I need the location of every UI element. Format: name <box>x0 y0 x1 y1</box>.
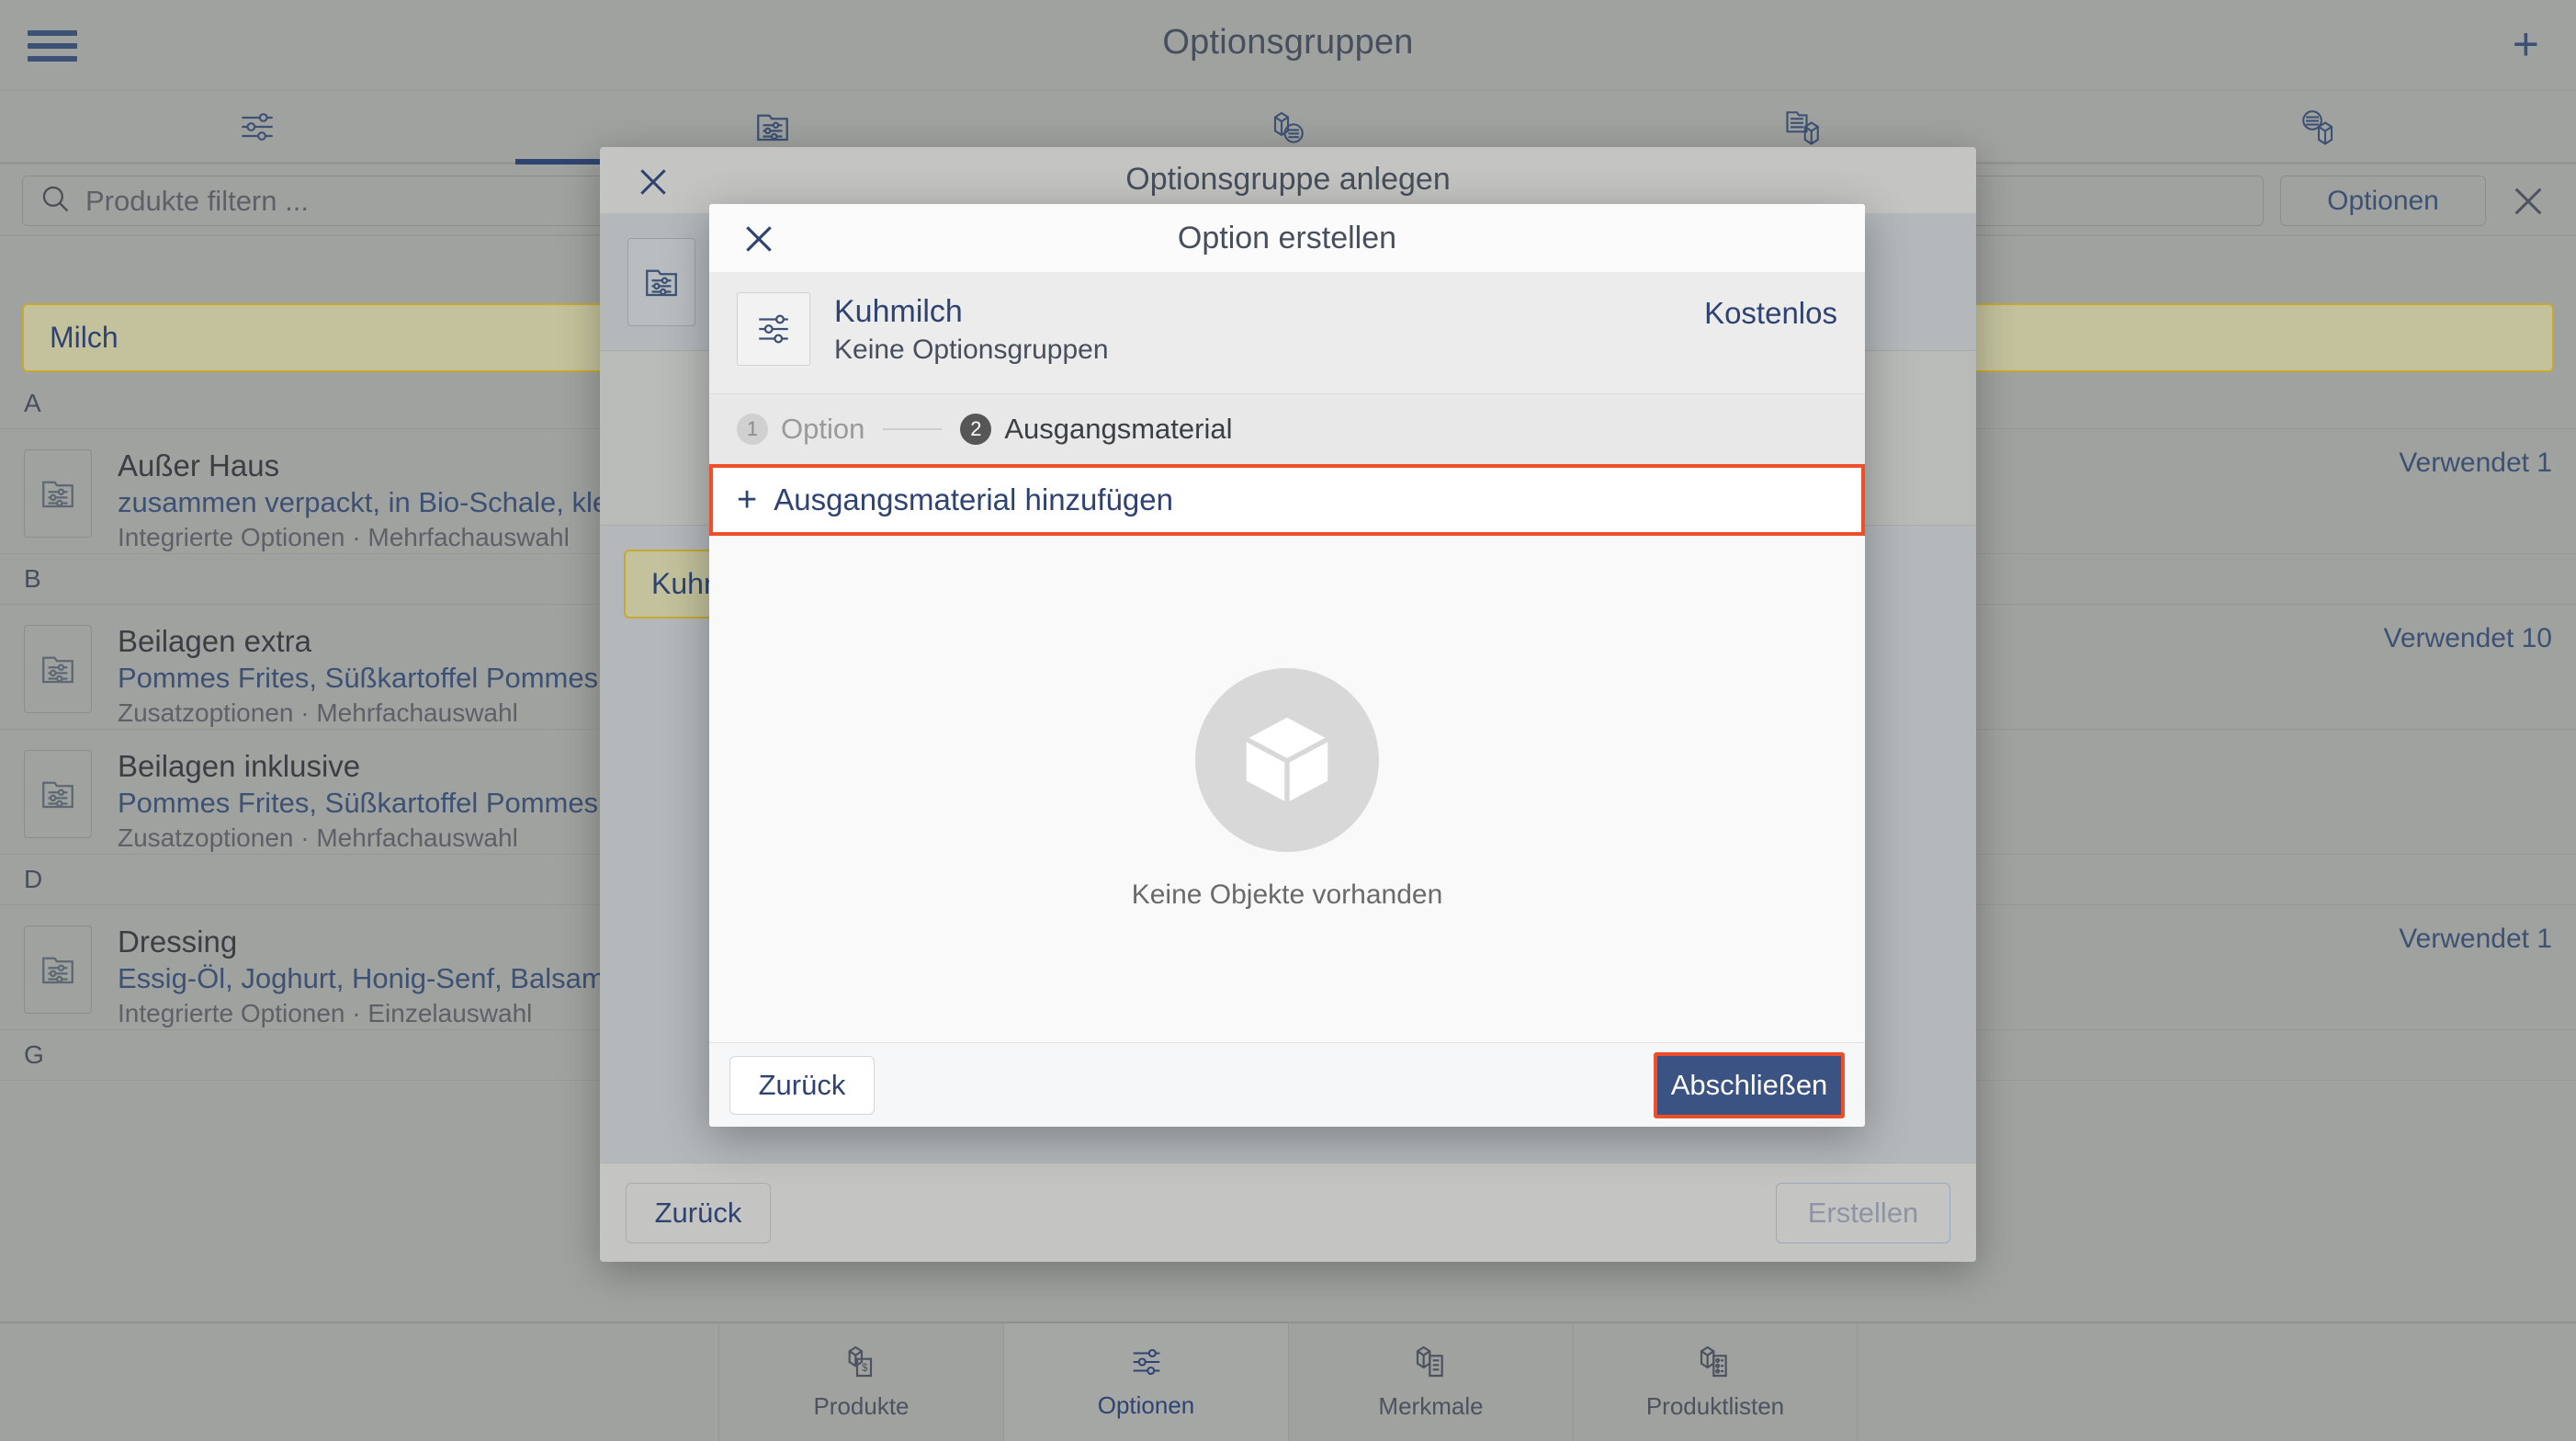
svg-text:$: $ <box>862 1362 868 1374</box>
product-subtitle: Keine Optionsgruppen <box>834 335 1109 365</box>
folder-sliders-icon <box>24 750 92 838</box>
folder-sliders-icon <box>24 449 92 538</box>
product-cube-icon: $ <box>843 1344 880 1385</box>
nav-optionen[interactable]: Optionen <box>1003 1323 1288 1441</box>
finish-button[interactable]: Abschließen <box>1657 1055 1841 1115</box>
nav-label: Produktlisten <box>1645 1392 1785 1420</box>
cube-sliders-icon <box>1267 108 1309 146</box>
product-price: Kostenlos <box>1704 296 1837 330</box>
sliders-icon <box>737 292 810 366</box>
usage-badge: Verwendet 1 <box>2399 924 2552 954</box>
outer-dialog-footer: Zurück Erstellen <box>600 1163 1976 1262</box>
selected-group-label: Milch <box>50 321 119 354</box>
plus-icon[interactable]: + <box>2513 21 2539 67</box>
options-filter-button[interactable]: Optionen <box>2280 176 2486 226</box>
sliders-icon <box>1128 1345 1165 1384</box>
search-placeholder: Produkte filtern ... <box>85 184 309 217</box>
folder-cube-icon <box>1782 108 1825 146</box>
search-icon <box>40 183 71 219</box>
tab-sliders-cube[interactable] <box>2061 91 2576 162</box>
folder-sliders-icon <box>627 237 695 326</box>
nav-produkte[interactable]: $ Produkte <box>718 1323 1003 1441</box>
step-label: Option <box>781 413 865 445</box>
tab-sliders[interactable] <box>0 91 515 162</box>
wizard-stepper: 1 Option 2 Ausgangsmaterial <box>709 394 1865 464</box>
bottom-navigation: $ Produkte Optionen Merkmale Produktlist… <box>0 1322 2576 1441</box>
empty-state: Keine Objekte vorhanden <box>709 536 1865 1042</box>
nav-label: Produkte <box>813 1392 910 1420</box>
nav-label: Merkmale <box>1378 1392 1484 1420</box>
app-header: Optionsgruppen + <box>0 0 2576 91</box>
folder-sliders-icon <box>24 925 92 1014</box>
product-name: Kuhmilch <box>834 294 963 329</box>
close-icon[interactable] <box>2503 176 2554 227</box>
sliders-cube-icon <box>2298 108 2340 146</box>
usage-badge: Verwendet 1 <box>2399 448 2552 478</box>
sliders-icon <box>236 108 278 145</box>
step-number: 1 <box>737 414 768 445</box>
add-ausgangsmaterial-label: Ausgangsmaterial hinzufügen <box>774 482 1173 516</box>
inner-back-button[interactable]: Zurück <box>729 1055 875 1115</box>
inner-dialog-title: Option erstellen <box>1177 221 1397 255</box>
folder-sliders-icon <box>24 625 92 713</box>
step-label: Ausgangsmaterial <box>1004 413 1233 445</box>
cube-list-icon <box>1413 1344 1450 1385</box>
nav-merkmale[interactable]: Merkmale <box>1288 1323 1573 1441</box>
nav-label: Optionen <box>1097 1391 1195 1419</box>
usage-badge: Verwendet 10 <box>2383 623 2552 653</box>
option-create-dialog: Option erstellen Kuhmilch Keine Optionsg… <box>709 204 1865 1127</box>
outer-dialog-title: Optionsgruppe anlegen <box>1125 162 1451 197</box>
product-summary: Kuhmilch Keine Optionsgruppen Kostenlos <box>709 272 1865 394</box>
empty-state-text: Keine Objekte vorhanden <box>1131 879 1443 910</box>
outer-back-button[interactable]: Zurück <box>626 1182 771 1243</box>
cube-icon <box>1195 667 1379 852</box>
step-number: 2 <box>960 414 992 445</box>
stepper-step-option[interactable]: 1 Option <box>737 413 864 446</box>
finish-button-highlight: Abschließen <box>1654 1051 1845 1118</box>
folder-sliders-icon <box>752 108 793 146</box>
inner-dialog-header: Option erstellen <box>709 204 1865 272</box>
stepper-step-ausgangsmaterial[interactable]: 2 Ausgangsmaterial <box>960 413 1232 446</box>
create-button[interactable]: Erstellen <box>1776 1182 1950 1243</box>
page-title: Optionsgruppen <box>1162 23 1414 62</box>
stepper-connector <box>883 428 943 430</box>
add-ausgangsmaterial-button[interactable]: + Ausgangsmaterial hinzufügen <box>709 464 1865 536</box>
plus-icon: + <box>737 481 758 519</box>
cube-list-alt-icon <box>1697 1344 1734 1385</box>
inner-dialog-footer: Zurück Abschließen <box>709 1042 1865 1127</box>
nav-produktlisten[interactable]: Produktlisten <box>1573 1323 1858 1441</box>
